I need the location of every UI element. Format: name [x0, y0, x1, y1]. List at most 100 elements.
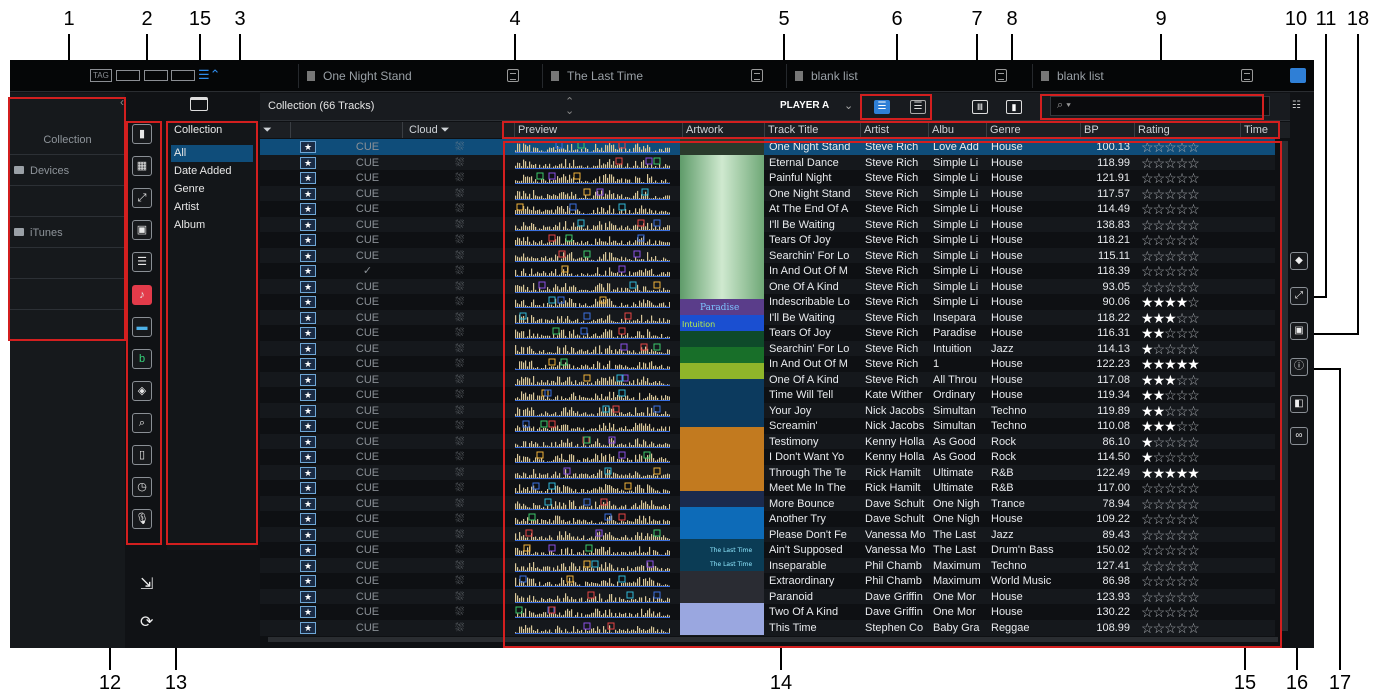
list-menu-icon[interactable] [995, 69, 1007, 82]
my-tag-icon[interactable]: ★ [300, 203, 316, 215]
rating-star-icon[interactable]: ☆ [1176, 248, 1189, 264]
cloud-off-icon[interactable]: ⛆ [402, 310, 514, 326]
cloud-off-icon[interactable]: ⛆ [402, 263, 514, 279]
preview-waveform[interactable] [515, 498, 670, 510]
cloud-off-icon[interactable]: ⛆ [402, 201, 514, 217]
rating-star-icon[interactable]: ☆ [1187, 434, 1200, 450]
cloud-off-icon[interactable]: ⛆ [402, 403, 514, 419]
table-row[interactable]: ★ CUE ⛆ At The End Of A Steve Rich Simpl… [260, 201, 1275, 217]
rating-star-icon[interactable]: ☆ [1164, 232, 1177, 248]
rating-star-icon[interactable]: ☆ [1153, 558, 1166, 574]
preview-waveform[interactable] [515, 265, 670, 277]
table-row[interactable]: ★ CUE ⛆ Eternal Dance Steve Rich Simple … [260, 154, 1275, 171]
rating-star-icon[interactable]: ☆ [1187, 527, 1200, 543]
table-row[interactable]: ★ CUE ⛆ Searchin' For Lo Steve Rich Intu… [260, 340, 1275, 357]
rating-star-icon[interactable]: ★ [1141, 418, 1154, 434]
table-row[interactable]: ★ CUE ⛆ Through The Te Rick Hamilt Ultim… [260, 464, 1275, 481]
rating-stars[interactable]: ☆☆☆☆☆ [1138, 496, 1238, 512]
rating-star-icon[interactable]: ★ [1141, 387, 1154, 403]
rating-stars[interactable]: ☆☆☆☆☆ [1138, 263, 1238, 279]
tree-item-itunes[interactable]: iTunes [10, 218, 125, 248]
rating-star-icon[interactable]: ☆ [1176, 201, 1189, 217]
table-row[interactable]: ★ CUE ⛆ I'll Be Waiting Steve Rich Insep… [260, 309, 1275, 326]
playlist-grid-icon[interactable]: ▦ [132, 156, 152, 176]
table-row[interactable]: ★ CUE ⛆ Painful Night Steve Rich Simple … [260, 170, 1275, 186]
rating-stars[interactable]: ☆☆☆☆☆ [1138, 573, 1238, 589]
rating-star-icon[interactable]: ★ [1187, 356, 1200, 372]
table-row[interactable]: ★ CUE ⛆ Two Of A Kind Dave Griffin One M… [260, 604, 1275, 620]
rating-star-icon[interactable]: ☆ [1141, 155, 1154, 171]
preview-waveform[interactable] [515, 467, 670, 479]
rating-star-icon[interactable]: ☆ [1141, 139, 1154, 155]
rating-star-icon[interactable]: ★ [1164, 294, 1177, 310]
device-icon[interactable]: ▯ [132, 445, 152, 465]
rating-star-icon[interactable]: ☆ [1187, 325, 1200, 341]
rating-star-icon[interactable]: ☆ [1187, 449, 1200, 465]
rating-star-icon[interactable]: ☆ [1153, 589, 1166, 605]
column-artwork[interactable]: Artwork [682, 122, 764, 138]
rating-star-icon[interactable]: ☆ [1176, 542, 1189, 558]
table-row[interactable]: ★ CUE ⛆ This Time Stephen Co Baby Gra Re… [260, 619, 1275, 636]
rating-star-icon[interactable]: ★ [1153, 387, 1166, 403]
rating-star-icon[interactable]: ☆ [1141, 496, 1154, 512]
cloud-off-icon[interactable]: ⛆ [402, 186, 514, 202]
rating-stars[interactable]: ☆☆☆☆☆ [1138, 217, 1238, 233]
rating-star-icon[interactable]: ☆ [1164, 217, 1177, 233]
my-tag-icon[interactable]: ★ [300, 141, 316, 153]
rating-star-icon[interactable]: ☆ [1176, 217, 1189, 233]
rating-star-icon[interactable]: ★ [1187, 465, 1200, 481]
table-row[interactable]: ★ CUE ⛆ Searchin' For Lo Steve Rich Simp… [260, 247, 1275, 264]
table-row[interactable]: ★ CUE ⛆ Tears Of Joy Steve Rich Paradise… [260, 325, 1275, 341]
rating-star-icon[interactable]: ☆ [1176, 387, 1189, 403]
rating-star-icon[interactable]: ☆ [1153, 449, 1166, 465]
my-tag-icon[interactable]: ★ [300, 497, 316, 510]
rating-star-icon[interactable]: ☆ [1187, 511, 1200, 527]
rating-stars[interactable]: ★★☆☆☆ [1138, 387, 1238, 403]
cloud-off-icon[interactable]: ⛆ [402, 294, 514, 310]
rating-star-icon[interactable]: ☆ [1153, 496, 1166, 512]
rating-star-icon[interactable]: ☆ [1153, 155, 1166, 171]
rating-star-icon[interactable]: ☆ [1141, 232, 1154, 248]
rating-star-icon[interactable]: ☆ [1187, 341, 1200, 357]
filter-icon[interactable]: ⏷ [260, 122, 290, 138]
rating-star-icon[interactable]: ☆ [1176, 434, 1189, 450]
itunes-icon[interactable]: ♪ [132, 285, 152, 305]
tag-slot-2[interactable] [144, 70, 168, 81]
playlist-tab-4[interactable]: blank list [1032, 64, 1264, 88]
table-row[interactable]: ★ CUE ⛆ Ain't Supposed Vanessa Mo The La… [260, 542, 1275, 558]
cloud-off-icon[interactable]: ⛆ [402, 542, 514, 558]
rating-star-icon[interactable]: ☆ [1164, 604, 1177, 620]
preview-waveform[interactable] [515, 281, 670, 293]
preview-waveform[interactable] [515, 374, 670, 386]
my-tag-icon[interactable]: ★ [300, 404, 316, 417]
link-icon[interactable]: ⤢ [132, 188, 152, 208]
explorer-icon[interactable]: ▬ [132, 317, 152, 337]
table-row[interactable]: ★ CUE ⛆ One Night Stand Steve Rich Love … [260, 139, 1275, 155]
rating-star-icon[interactable]: ☆ [1153, 139, 1166, 155]
cloud-off-icon[interactable]: ⛆ [402, 356, 514, 372]
preview-waveform[interactable] [515, 296, 670, 308]
rating-stars[interactable]: ☆☆☆☆☆ [1138, 558, 1238, 574]
column-bpm[interactable]: BP [1080, 122, 1134, 138]
cloud-off-icon[interactable]: ⛆ [402, 449, 514, 465]
tag-label[interactable]: TAG [90, 69, 112, 82]
rating-star-icon[interactable]: ☆ [1187, 201, 1200, 217]
rating-star-icon[interactable]: ☆ [1164, 263, 1177, 279]
rating-star-icon[interactable]: ★ [1176, 294, 1189, 310]
rating-star-icon[interactable]: ☆ [1153, 170, 1166, 186]
sort-arrows-icon[interactable]: ⌃ ⌄ [565, 97, 574, 117]
rating-star-icon[interactable]: ☆ [1176, 279, 1189, 295]
rating-stars[interactable]: ☆☆☆☆☆ [1138, 170, 1238, 186]
cloud-off-icon[interactable]: ⛆ [402, 217, 514, 233]
rating-star-icon[interactable]: ☆ [1164, 589, 1177, 605]
tree-item-empty-3[interactable] [10, 280, 125, 310]
table-row[interactable]: ★ CUE ⛆ One Of A Kind Steve Rich All Thr… [260, 371, 1275, 388]
inflyte-icon[interactable]: ◈ [132, 381, 152, 401]
refresh-icon[interactable]: ⟳ [140, 612, 153, 632]
tree-item-collection[interactable]: Collection [10, 125, 125, 155]
search-icon[interactable]: ⌕ [132, 413, 152, 433]
column-rating[interactable]: Rating [1134, 122, 1240, 138]
rating-stars[interactable]: ☆☆☆☆☆ [1138, 511, 1238, 527]
tree-item-empty-2[interactable] [10, 249, 125, 279]
tag-slot-1[interactable] [116, 70, 140, 81]
